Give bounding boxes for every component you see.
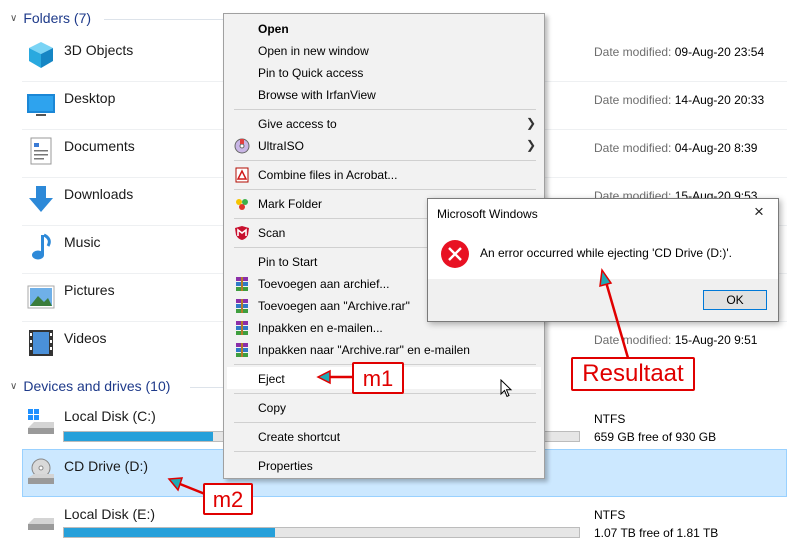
annotation-m2: m2 <box>203 483 253 515</box>
annotation-resultaat: Resultaat <box>571 357 695 391</box>
annotation-m1: m1 <box>352 362 404 394</box>
annotation-arrows <box>167 267 630 496</box>
